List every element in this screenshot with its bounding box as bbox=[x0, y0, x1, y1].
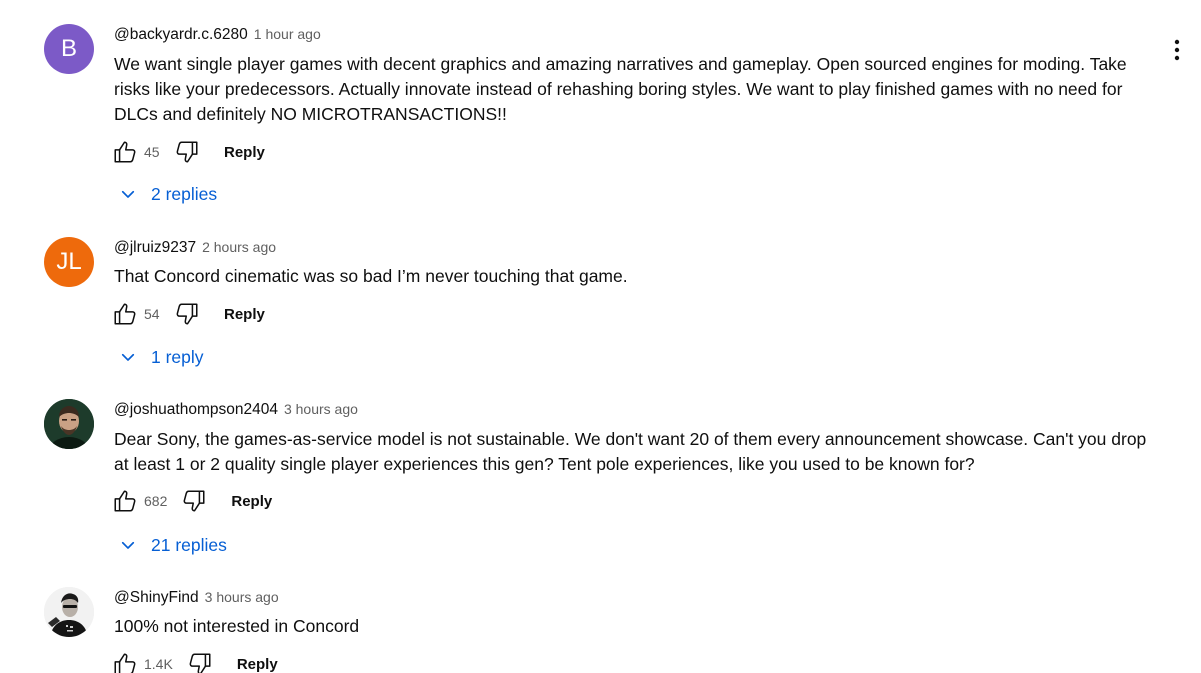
reply-button[interactable]: Reply bbox=[231, 493, 272, 510]
reply-button[interactable]: Reply bbox=[237, 656, 278, 673]
comment-text: We want single player games with decent … bbox=[114, 52, 1144, 127]
dislike-button[interactable] bbox=[172, 137, 202, 167]
comment-actions: 682 Reply bbox=[110, 486, 272, 516]
comment-text-line: risks like your predecessors. Actually i… bbox=[114, 79, 1123, 99]
avatar[interactable]: JL bbox=[44, 237, 94, 287]
like-button[interactable] bbox=[110, 649, 140, 673]
thumb-up-icon bbox=[114, 653, 136, 673]
thumb-down-icon bbox=[176, 303, 198, 325]
like-count: 682 bbox=[144, 493, 168, 509]
comment-actions: 54 Reply bbox=[110, 299, 265, 329]
chevron-down-icon bbox=[118, 184, 138, 204]
vertical-ellipsis-icon bbox=[1174, 39, 1180, 61]
thumb-up-icon bbox=[114, 490, 136, 512]
comment-time[interactable]: 3 hours ago bbox=[205, 589, 279, 605]
like-count: 1.4K bbox=[144, 656, 173, 672]
dislike-button[interactable] bbox=[185, 649, 215, 673]
dislike-button[interactable] bbox=[172, 299, 202, 329]
replies-count-label: 1 reply bbox=[151, 346, 204, 367]
comment-text-line: 100% not interested in Concord bbox=[114, 616, 360, 636]
comment-text: That Concord cinematic was so bad I’m ne… bbox=[114, 264, 1144, 289]
replies-count-label: 2 replies bbox=[151, 183, 218, 204]
comment-time[interactable]: 2 hours ago bbox=[202, 239, 276, 255]
comment-author[interactable]: @joshuathompson2404 bbox=[114, 401, 278, 418]
comment-time[interactable]: 3 hours ago bbox=[284, 401, 358, 417]
dislike-button[interactable] bbox=[179, 486, 209, 516]
thumb-down-icon bbox=[183, 490, 205, 512]
like-count: 45 bbox=[144, 144, 160, 160]
chevron-down-icon bbox=[118, 535, 138, 555]
comment-author[interactable]: @backyardr.c.6280 bbox=[114, 26, 248, 43]
comment-actions: 1.4K Reply bbox=[110, 649, 278, 673]
comment-text-line: That Concord cinematic was so bad I’m ne… bbox=[114, 266, 628, 286]
avatar[interactable] bbox=[44, 587, 94, 637]
comment-author[interactable]: @jlruiz9237 bbox=[114, 239, 196, 256]
comment-time[interactable]: 1 hour ago bbox=[254, 26, 321, 42]
avatar[interactable]: B bbox=[44, 24, 94, 74]
user-photo-icon bbox=[44, 399, 94, 449]
reply-button[interactable]: Reply bbox=[224, 144, 265, 161]
user-photo-icon bbox=[44, 587, 94, 637]
avatar-initials: JL bbox=[56, 248, 82, 275]
comment-text-line: We want single player games with decent … bbox=[114, 54, 1127, 74]
like-button[interactable] bbox=[110, 486, 140, 516]
comment-text-line: Dear Sony, the games-as-service model is… bbox=[114, 429, 1147, 449]
thumb-down-icon bbox=[176, 141, 198, 163]
comment-text-line: DLCs and definitely NO MICROTRANSACTIONS… bbox=[114, 104, 507, 124]
replies-count-label: 21 replies bbox=[151, 534, 227, 555]
like-count: 54 bbox=[144, 306, 160, 322]
like-button[interactable] bbox=[110, 299, 140, 329]
thumb-up-icon bbox=[114, 141, 136, 163]
view-replies-button[interactable]: 2 replies bbox=[118, 179, 217, 209]
comment-text-line: at least 1 or 2 quality single player ex… bbox=[114, 454, 975, 474]
thumb-up-icon bbox=[114, 303, 136, 325]
comment-text: 100% not interested in Concord bbox=[114, 614, 1144, 639]
comment-text: Dear Sony, the games-as-service model is… bbox=[114, 427, 1147, 477]
like-button[interactable] bbox=[110, 137, 140, 167]
comment-header: @jlruiz9237 2 hours ago bbox=[114, 237, 276, 258]
comments-section: B @backyardr.c.6280 1 hour ago We want si… bbox=[0, 0, 1201, 673]
reply-button[interactable]: Reply bbox=[224, 306, 265, 323]
comment-header: @ShinyFind 3 hours ago bbox=[114, 587, 279, 608]
more-actions-button[interactable] bbox=[1164, 36, 1190, 64]
chevron-down-icon bbox=[118, 347, 138, 367]
thumb-down-icon bbox=[189, 653, 211, 673]
comment-header: @backyardr.c.6280 1 hour ago bbox=[114, 24, 321, 45]
comment-header: @joshuathompson2404 3 hours ago bbox=[114, 399, 358, 420]
avatar-initials: B bbox=[60, 35, 77, 62]
comment-actions: 45 Reply bbox=[110, 137, 265, 167]
comment-author[interactable]: @ShinyFind bbox=[114, 589, 199, 606]
avatar[interactable] bbox=[44, 399, 94, 449]
view-replies-button[interactable]: 21 replies bbox=[118, 530, 227, 560]
view-replies-button[interactable]: 1 reply bbox=[118, 342, 204, 372]
